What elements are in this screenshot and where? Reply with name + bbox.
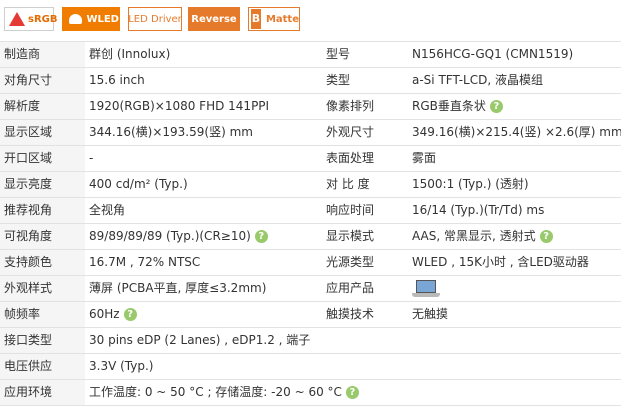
matte-icon: B: [251, 9, 261, 29]
spec-label: 帧频率: [0, 301, 85, 328]
spec-label: 外观样式: [0, 275, 85, 302]
spec-label: 制造商: [0, 41, 85, 68]
spec-value-cell: 60Hz?: [85, 301, 322, 328]
table-row: 解析度 1920(RGB)×1080 FHD 141PPI 像素排列 RGB垂直…: [0, 93, 621, 120]
table-row: 支持颜色 16.7M , 72% NTSC 光源类型 WLED , 15K小时 …: [0, 249, 621, 276]
table-row: 应用环境 工作温度: 0 ~ 50 °C ; 存储温度: -20 ~ 60 °C…: [0, 379, 621, 406]
table-row: 开口区域 - 表面处理 雾面: [0, 145, 621, 172]
spec-label: 开口区域: [0, 145, 85, 172]
srgb-triangle-icon: [9, 12, 25, 26]
spec-value: 344.16(横)×193.59(竖) mm: [85, 119, 322, 146]
table-row: 显示亮度 400 cd/m² (Typ.) 对 比 度 1500:1 (Typ.…: [0, 171, 621, 198]
spec-value: 60Hz: [89, 307, 120, 321]
srgb-badge-label: sRGB: [28, 13, 58, 25]
spec-value: 全视角: [85, 197, 322, 224]
spec-value: WLED , 15K小时 , 含LED驱动器: [408, 249, 621, 276]
table-row: 推荐视角 全视角 响应时间 16/14 (Typ.)(Tr/Td) ms: [0, 197, 621, 224]
spec-value: 雾面: [408, 145, 621, 172]
table-row: 帧频率 60Hz? 触摸技术 无触摸: [0, 301, 621, 328]
spec-label: 型号: [322, 41, 408, 68]
wled-icon: [69, 14, 83, 24]
application-cell: [408, 275, 621, 302]
spec-label: 表面处理: [322, 145, 408, 172]
spec-label: 显示区域: [0, 119, 85, 146]
spec-value: 工作温度: 0 ~ 50 °C ; 存储温度: -20 ~ 60 °C: [89, 385, 342, 399]
spec-label: 应用产品: [322, 275, 408, 302]
reverse-badge: Reverse: [188, 7, 240, 31]
help-icon[interactable]: ?: [123, 308, 137, 321]
spec-value: 16/14 (Typ.)(Tr/Td) ms: [408, 197, 621, 224]
spec-value: 16.7M , 72% NTSC: [85, 249, 322, 276]
spec-label: 触摸技术: [322, 301, 408, 328]
spec-label: 响应时间: [322, 197, 408, 224]
spec-value-cell: 工作温度: 0 ~ 50 °C ; 存储温度: -20 ~ 60 °C?: [85, 379, 621, 406]
led-driver-badge-label: LED Driver: [128, 13, 182, 25]
spec-value: 无触摸: [408, 301, 621, 328]
wled-badge: WLED: [62, 7, 120, 31]
help-icon[interactable]: ?: [254, 230, 268, 243]
spec-label: 支持颜色: [0, 249, 85, 276]
spec-value: 3.3V (Typ.): [85, 353, 621, 380]
table-row: 可视角度 89/89/89/89 (Typ.)(CR≥10)? 显示模式 AAS…: [0, 223, 621, 250]
spec-value: a-Si TFT-LCD, 液晶模组: [408, 67, 621, 94]
spec-value: 1500:1 (Typ.) (透射): [408, 171, 621, 198]
help-icon[interactable]: ?: [345, 386, 359, 399]
spec-label: 对 比 度: [322, 171, 408, 198]
table-row: 制造商 群创 (Innolux) 型号 N156HCG-GQ1 (CMN1519…: [0, 41, 621, 68]
matte-badge-label: Matte: [265, 13, 299, 25]
spec-value: 群创 (Innolux): [85, 41, 322, 68]
spec-label: 外观尺寸: [322, 119, 408, 146]
spec-label: 类型: [322, 67, 408, 94]
spec-label: 对角尺寸: [0, 67, 85, 94]
spec-label: 可视角度: [0, 223, 85, 250]
spec-value: 30 pins eDP (2 Lanes) , eDP1.2 , 端子: [85, 327, 621, 354]
spec-value: 15.6 inch: [85, 67, 322, 94]
spec-label: 解析度: [0, 93, 85, 120]
spec-label: 光源类型: [322, 249, 408, 276]
table-row: 电压供应 3.3V (Typ.): [0, 353, 621, 380]
spec-label: 像素排列: [322, 93, 408, 120]
spec-value: 400 cd/m² (Typ.): [85, 171, 322, 198]
spec-value: AAS, 常黑显示, 透射式: [412, 229, 536, 243]
spec-label: 显示亮度: [0, 171, 85, 198]
feature-badges: sRGB WLED LED Driver Reverse B Matte: [0, 0, 621, 41]
spec-value: 薄屏 (PCBA平直, 厚度≤3.2mm): [85, 275, 322, 302]
spec-value: -: [85, 145, 322, 172]
spec-label: 显示模式: [322, 223, 408, 250]
spec-label: 电压供应: [0, 353, 85, 380]
help-icon[interactable]: ?: [489, 100, 503, 113]
table-row: 显示区域 344.16(横)×193.59(竖) mm 外观尺寸 349.16(…: [0, 119, 621, 146]
matte-badge: B Matte: [248, 7, 300, 31]
spec-label: 推荐视角: [0, 197, 85, 224]
reverse-badge-label: Reverse: [191, 13, 237, 25]
spec-value: 349.16(横)×215.4(竖) ×2.6(厚) mm: [408, 119, 621, 146]
spec-value: 89/89/89/89 (Typ.)(CR≥10): [89, 229, 251, 243]
table-row: 对角尺寸 15.6 inch 类型 a-Si TFT-LCD, 液晶模组: [0, 67, 621, 94]
laptop-icon[interactable]: [412, 279, 440, 299]
spec-value: RGB垂直条状: [412, 99, 486, 113]
led-driver-badge: LED Driver: [128, 7, 182, 31]
spec-label: 接口类型: [0, 327, 85, 354]
srgb-badge: sRGB: [4, 7, 58, 31]
spec-value: 1920(RGB)×1080 FHD 141PPI: [85, 93, 322, 120]
spec-value-cell: 89/89/89/89 (Typ.)(CR≥10)?: [85, 223, 322, 250]
table-row: 外观样式 薄屏 (PCBA平直, 厚度≤3.2mm) 应用产品: [0, 275, 621, 302]
table-row: 接口类型 30 pins eDP (2 Lanes) , eDP1.2 , 端子: [0, 327, 621, 354]
spec-value-cell: AAS, 常黑显示, 透射式?: [408, 223, 621, 250]
spec-value: N156HCG-GQ1 (CMN1519): [408, 41, 621, 68]
spec-table: 制造商 群创 (Innolux) 型号 N156HCG-GQ1 (CMN1519…: [0, 41, 621, 406]
spec-label: 应用环境: [0, 379, 85, 406]
help-icon[interactable]: ?: [539, 230, 553, 243]
spec-value-cell: RGB垂直条状?: [408, 93, 621, 120]
wled-badge-label: WLED: [86, 13, 119, 25]
